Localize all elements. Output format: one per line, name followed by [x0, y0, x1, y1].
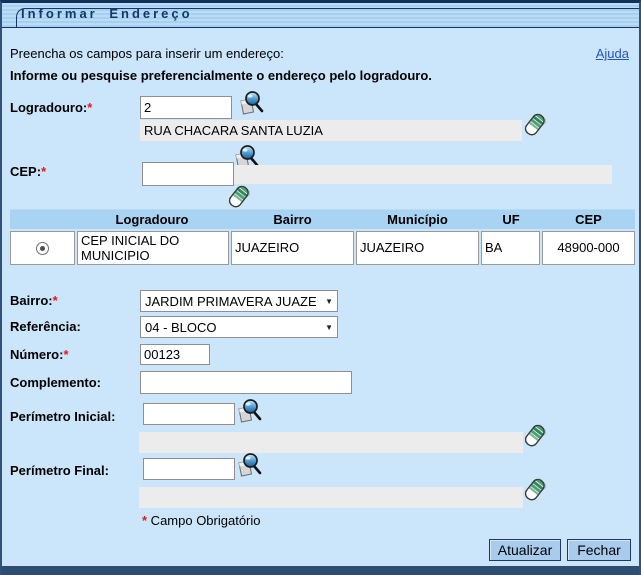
logradouro-clear-icon[interactable] — [523, 112, 546, 141]
cell-logradouro: CEP INICIAL DO MUNICIPIO — [77, 231, 229, 265]
perimetro-final-label: Perímetro Final: — [10, 463, 109, 478]
bottom-bar — [0, 566, 641, 575]
logradouro-code-input[interactable] — [140, 96, 232, 119]
cep-table-header: Logradouro Bairro Município UF CEP — [10, 209, 635, 229]
cep-label: CEP:* — [10, 164, 46, 179]
header-municipio: Município — [355, 212, 480, 227]
logradouro-name-field: RUA CHACARA SANTA LUZIA — [140, 120, 522, 141]
referencia-selected-value: 04 - BLOCO — [141, 320, 325, 335]
header-bairro: Bairro — [230, 212, 355, 227]
header-logradouro: Logradouro — [75, 212, 229, 227]
cell-cep: 48900-000 — [542, 231, 635, 265]
header-cep: CEP — [542, 212, 635, 227]
header-uf: UF — [481, 212, 541, 227]
perimetro-inicial-label: Perímetro Inicial: — [10, 409, 115, 424]
row-radio-button[interactable] — [36, 242, 49, 255]
referencia-select[interactable]: 04 - BLOCO ▼ — [140, 316, 338, 338]
perimetro-inicial-search-icon[interactable] — [235, 398, 263, 428]
perimetro-final-resolved-field — [139, 487, 523, 508]
cell-uf: BA — [481, 231, 540, 265]
instruction-text: Preencha os campos para inserir um ender… — [10, 46, 284, 61]
dialog-title: Informar Endereço — [21, 6, 193, 21]
chevron-down-icon: ▼ — [325, 297, 337, 306]
complemento-label: Complemento: — [10, 375, 101, 390]
bairro-label: Bairro:* — [10, 293, 58, 308]
row-select-cell — [10, 231, 75, 265]
fechar-button[interactable]: Fechar — [567, 539, 631, 561]
informar-endereco-dialog: Informar Endereço Preencha os campos par… — [0, 0, 641, 575]
perimetro-inicial-clear-icon[interactable] — [523, 423, 546, 452]
perimetro-final-search-icon[interactable] — [235, 452, 263, 482]
bairro-selected-value: JARDIM PRIMAVERA JUAZE — [141, 294, 325, 309]
help-link[interactable]: Ajuda — [596, 46, 629, 61]
logradouro-search-icon[interactable] — [237, 90, 265, 120]
sub-instruction-text: Informe ou pesquise preferencialmente o … — [10, 68, 432, 83]
complemento-input[interactable] — [140, 371, 352, 394]
cep-input[interactable] — [142, 162, 234, 186]
numero-label: Número:* — [10, 347, 69, 362]
bairro-select[interactable]: JARDIM PRIMAVERA JUAZE ▼ — [140, 290, 338, 312]
chevron-down-icon: ▼ — [325, 323, 337, 332]
perimetro-inicial-resolved-field — [139, 432, 523, 453]
perimetro-final-clear-icon[interactable] — [523, 477, 546, 506]
atualizar-button[interactable]: Atualizar — [489, 539, 561, 561]
cep-resolved-field — [234, 165, 612, 184]
perimetro-final-input[interactable] — [143, 458, 235, 480]
required-note: * Campo Obrigatório — [142, 513, 261, 528]
dialog-titlebar: Informar Endereço — [2, 3, 639, 28]
perimetro-inicial-input[interactable] — [143, 403, 235, 425]
logradouro-label: Logradouro:* — [10, 100, 92, 115]
referencia-label: Referência: — [10, 319, 81, 334]
numero-input[interactable] — [140, 344, 210, 365]
cell-bairro: JUAZEIRO — [231, 231, 354, 265]
cell-municipio: JUAZEIRO — [356, 231, 479, 265]
